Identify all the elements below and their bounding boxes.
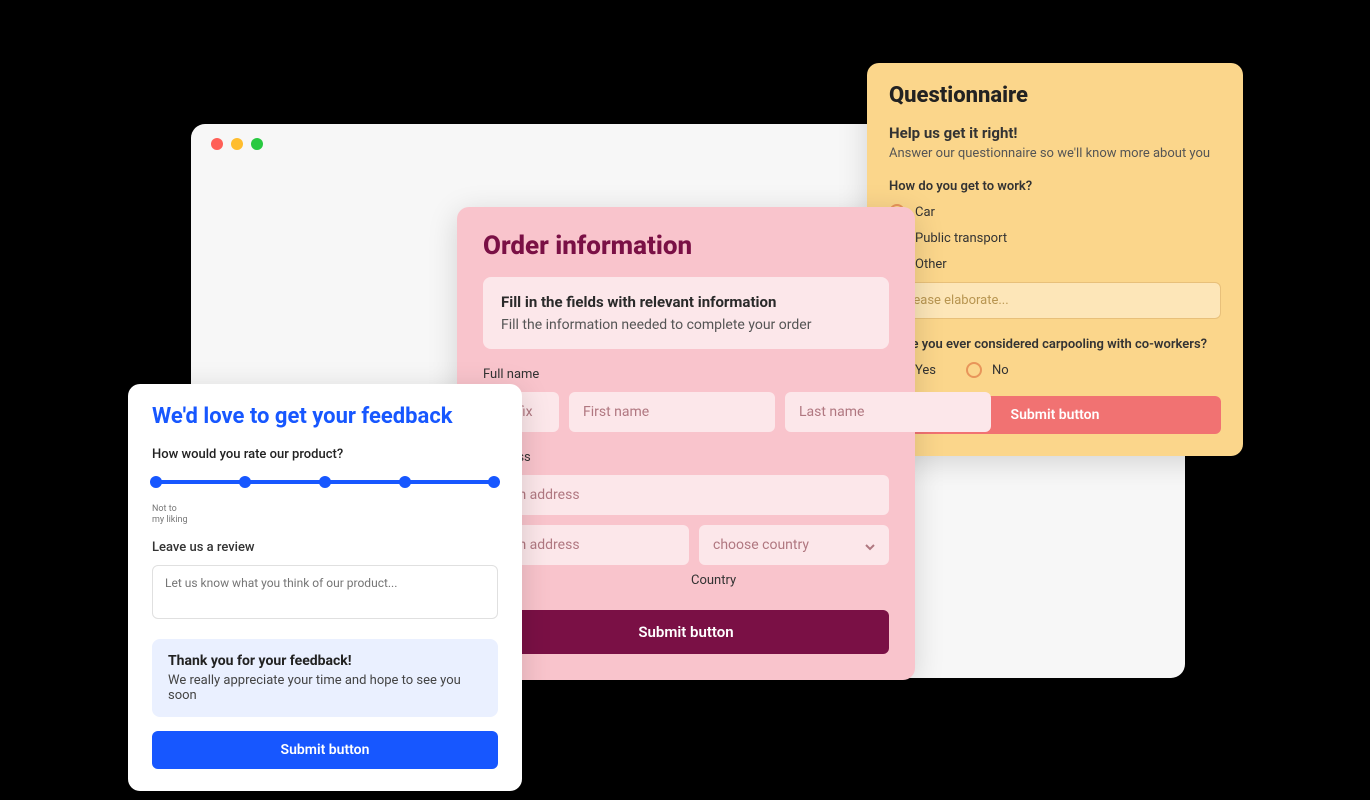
lastname-input[interactable] xyxy=(785,392,991,432)
radio-label-no: No xyxy=(992,363,1009,378)
slider-stop[interactable] xyxy=(399,476,411,488)
radio-option-car[interactable]: Car xyxy=(889,204,1221,220)
order-info-title: Fill in the fields with relevant informa… xyxy=(501,293,871,311)
questionnaire-title: Questionnaire xyxy=(889,83,1221,108)
country-sublabel: Country xyxy=(691,573,889,588)
question-carpool: Have you ever considered carpooling with… xyxy=(889,337,1221,352)
thank-you-text: We really appreciate your time and hope … xyxy=(168,673,482,703)
rating-question: How would you rate our product? xyxy=(152,447,498,462)
address-input[interactable] xyxy=(483,475,889,515)
elaborate-input[interactable] xyxy=(889,282,1221,319)
firstname-input[interactable] xyxy=(569,392,775,432)
slider-stop[interactable] xyxy=(239,476,251,488)
rating-slider[interactable] xyxy=(152,472,498,502)
minimize-window-icon[interactable] xyxy=(231,138,243,150)
feedback-title: We'd love to get your feedback xyxy=(152,404,498,429)
country-select[interactable]: choose country xyxy=(699,525,889,565)
radio-label-other: Other xyxy=(915,257,947,272)
questionnaire-description: Answer our questionnaire so we'll know m… xyxy=(889,146,1221,161)
radio-label-yes: Yes xyxy=(915,363,936,378)
chevron-down-icon xyxy=(865,540,875,550)
order-info-box: Fill in the fields with relevant informa… xyxy=(483,277,889,349)
review-label: Leave us a review xyxy=(152,540,498,555)
fullname-label: Full name xyxy=(483,367,889,382)
question-commute: How do you get to work? xyxy=(889,179,1221,194)
thank-you-title: Thank you for your feedback! xyxy=(168,653,482,669)
radio-option-public[interactable]: Public transport xyxy=(889,230,1221,246)
feedback-form: We'd love to get your feedback How would… xyxy=(128,384,522,791)
close-window-icon[interactable] xyxy=(211,138,223,150)
slider-stop[interactable] xyxy=(150,476,162,488)
questionnaire-subtitle: Help us get it right! xyxy=(889,124,1221,142)
submit-button[interactable]: Submit button xyxy=(483,610,889,654)
review-textarea[interactable] xyxy=(152,565,498,619)
maximize-window-icon[interactable] xyxy=(251,138,263,150)
submit-button[interactable]: Submit button xyxy=(152,731,498,769)
country-placeholder: choose country xyxy=(713,537,809,553)
radio-option-no[interactable]: No xyxy=(966,362,1009,378)
address-label: Address xyxy=(483,450,889,465)
radio-icon xyxy=(966,362,982,378)
radio-label-car: Car xyxy=(915,205,935,220)
radio-option-other[interactable]: Other xyxy=(889,256,1221,272)
order-title: Order information xyxy=(483,231,889,261)
order-form: Order information Fill in the fields wit… xyxy=(457,207,915,680)
thank-you-box: Thank you for your feedback! We really a… xyxy=(152,639,498,717)
order-info-text: Fill the information needed to complete … xyxy=(501,317,871,333)
slider-stop[interactable] xyxy=(319,476,331,488)
radio-label-public: Public transport xyxy=(915,231,1007,246)
slider-stop[interactable] xyxy=(488,476,500,488)
slider-low-label: Not to my liking xyxy=(152,504,498,526)
